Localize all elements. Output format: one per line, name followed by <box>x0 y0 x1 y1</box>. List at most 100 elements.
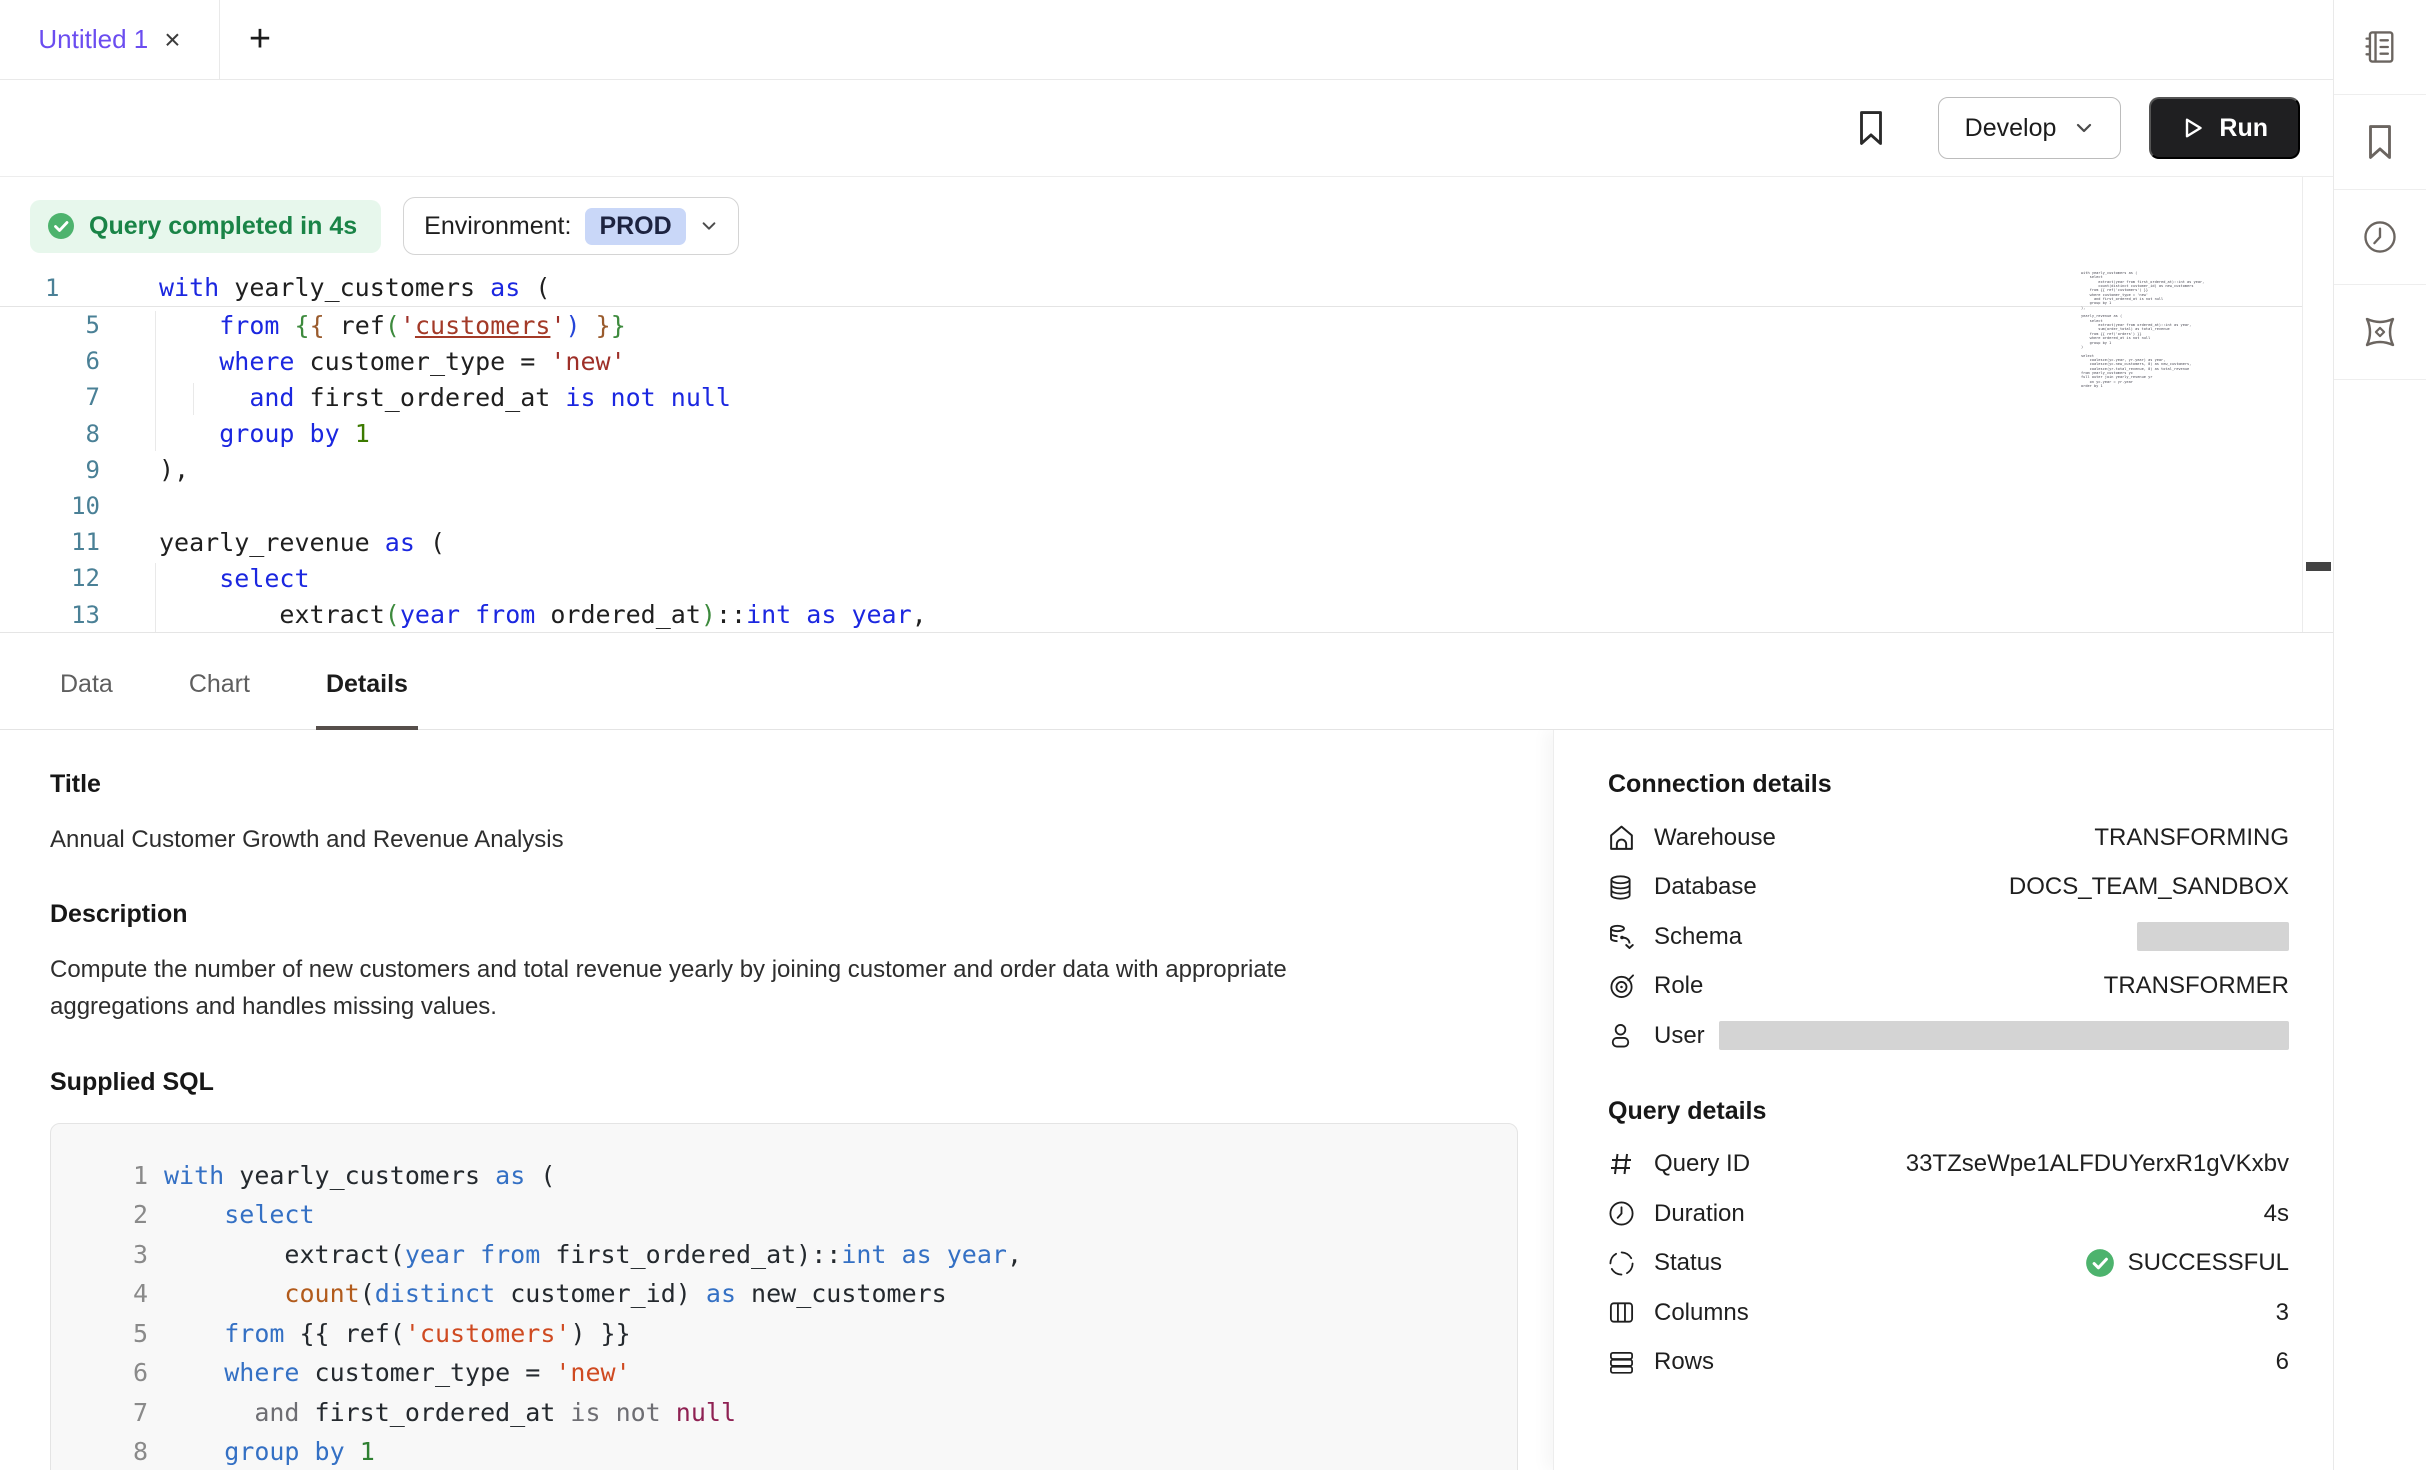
check-circle-icon <box>46 211 76 241</box>
indent-guide <box>155 311 156 451</box>
play-icon <box>2181 116 2205 140</box>
code-line-text: ), <box>159 455 189 484</box>
notebook-icon[interactable] <box>2334 0 2426 95</box>
detail-value: 33TZseWpe1ALFDUYerxR1gVKxbv <box>1906 1150 2289 1178</box>
redacted-value-bar <box>2137 922 2289 951</box>
database-icon <box>1608 873 1638 902</box>
connection-details-panel: Connection details Warehouse TRANSFORMING… <box>1553 730 2333 1470</box>
detail-value: 3 <box>2276 1299 2289 1327</box>
detail-value: DOCS_TEAM_SANDBOX <box>2009 873 2289 901</box>
line-number: 13 <box>0 601 100 629</box>
code-line-text: where customer_type = 'new' <box>164 1358 631 1387</box>
supplied-sql-line: 4 count(distinct customer_id) as new_cus… <box>51 1274 1517 1314</box>
connection-detail-row: RoleTRANSFORMER <box>1608 962 2289 1012</box>
code-line: 7 and first_ordered_at is not null <box>0 379 2302 415</box>
chevron-down-icon <box>700 217 718 235</box>
detail-label: Warehouse <box>1654 824 1776 852</box>
tab-details[interactable]: Details <box>316 670 418 729</box>
bookmark-icon[interactable] <box>1854 109 1888 147</box>
line-number: 8 <box>0 420 100 448</box>
detail-label: Database <box>1654 873 1757 901</box>
line-number: 9 <box>0 456 100 484</box>
editor-toolbar: Develop Run <box>0 80 2333 177</box>
editor-minimap[interactable]: with yearly_customers as ( select extrac… <box>2081 271 2213 389</box>
detail-value: TRANSFORMER <box>2104 972 2289 1000</box>
results-tab-bar: Data Chart Details <box>0 633 2333 730</box>
connection-detail-row: Schema <box>1608 912 2289 962</box>
code-line-text: group by 1 <box>159 419 370 448</box>
new-tab-button[interactable]: + <box>220 0 300 79</box>
supplied-sql-line: 1with yearly_customers as ( <box>51 1156 1517 1196</box>
line-number: 7 <box>0 383 100 411</box>
description-heading: Description <box>50 900 1513 929</box>
query-status-pill: Query completed in 4s <box>30 200 381 253</box>
code-line-text: select <box>164 1200 315 1229</box>
schema-icon <box>1608 922 1638 951</box>
detail-value: SUCCESSFUL <box>2128 1249 2289 1277</box>
bookmark-icon[interactable] <box>2334 95 2426 190</box>
title-value: Annual Customer Growth and Revenue Analy… <box>50 821 1420 858</box>
line-number: 7 <box>51 1398 148 1427</box>
duration-icon <box>1608 1200 1638 1227</box>
line-number: 2 <box>51 1200 148 1229</box>
close-icon[interactable]: × <box>164 26 180 54</box>
code-line: 8 group by 1 <box>0 416 2302 452</box>
scrollbar-thumb[interactable] <box>2306 562 2331 571</box>
line-number: 12 <box>0 564 100 592</box>
query-detail-row: Columns3 <box>1608 1288 2289 1338</box>
environment-value-chip: PROD <box>585 208 685 245</box>
code-line-text: where customer_type = 'new' <box>159 347 626 376</box>
detail-label: User <box>1654 1022 1705 1050</box>
run-label: Run <box>2219 114 2268 143</box>
code-line-text: and first_ordered_at is not null <box>159 383 731 412</box>
query-metadata-section: Title Annual Customer Growth and Revenue… <box>0 730 1553 1470</box>
environment-selector[interactable]: Environment: PROD <box>403 197 739 255</box>
query-detail-row: Rows6 <box>1608 1338 2289 1388</box>
query-details-rows: Query ID33TZseWpe1ALFDUYerxR1gVKxbv Durat… <box>1608 1140 2289 1388</box>
indent-guide <box>193 383 194 415</box>
supplied-sql-code-block: 1with yearly_customers as (2 select3 ext… <box>50 1123 1518 1470</box>
line-number: 6 <box>0 347 100 375</box>
supplied-sql-line: 2 select <box>51 1195 1517 1235</box>
detail-value: TRANSFORMING <box>2094 824 2289 852</box>
status-row: Query completed in 4s Environment: PROD <box>30 197 739 255</box>
code-line: 10 <box>0 488 2302 524</box>
detail-label: Rows <box>1654 1348 1714 1376</box>
description-value: Compute the number of new customers and … <box>50 951 1420 1025</box>
warehouse-icon <box>1608 823 1638 852</box>
code-line-text: from {{ ref('customers') }} <box>159 311 626 340</box>
code-line-text: extract(year from ordered_at)::int as ye… <box>159 600 927 629</box>
editor-tab-untitled-1[interactable]: Untitled 1 × <box>0 0 220 79</box>
code-line-text: select <box>159 564 310 593</box>
detail-label: Duration <box>1654 1200 1745 1228</box>
connection-detail-row: User <box>1608 1011 2289 1061</box>
query-detail-row: Query ID33TZseWpe1ALFDUYerxR1gVKxbv <box>1608 1140 2289 1190</box>
develop-dropdown-button[interactable]: Develop <box>1938 97 2122 159</box>
indent-guide <box>155 563 156 633</box>
rows-icon <box>1608 1349 1638 1376</box>
line-number: 11 <box>0 528 100 556</box>
title-heading: Title <box>50 770 1513 799</box>
chevron-down-icon <box>2074 118 2094 138</box>
minimap-code: with yearly_customers as ( select extrac… <box>2081 271 2213 388</box>
editor-scrollbar[interactable] <box>2302 177 2333 633</box>
connection-details-heading: Connection details <box>1608 770 2289 799</box>
line-number: 6 <box>51 1358 148 1387</box>
develop-label: Develop <box>1965 114 2057 143</box>
code-line-text: with yearly_customers as ( <box>159 273 550 302</box>
code-line-text: group by 1 <box>164 1437 375 1466</box>
history-icon[interactable] <box>2334 190 2426 285</box>
tab-chart[interactable]: Chart <box>179 670 260 729</box>
status-spinner-icon <box>1608 1250 1638 1277</box>
query-detail-row: StatusSUCCESSFUL <box>1608 1239 2289 1289</box>
check-circle-icon <box>2084 1247 2116 1279</box>
user-icon <box>1608 1021 1638 1050</box>
tab-data[interactable]: Data <box>50 670 123 729</box>
code-editor[interactable]: 1 with yearly_customers as ( 5 from {{ r… <box>0 269 2302 633</box>
run-button[interactable]: Run <box>2149 97 2300 159</box>
detail-label: Schema <box>1654 923 1742 951</box>
line-number: 5 <box>0 311 100 339</box>
explore-icon[interactable] <box>2334 285 2426 380</box>
supplied-sql-line: 8 group by 1 <box>51 1432 1517 1470</box>
detail-value: 4s <box>2264 1200 2289 1228</box>
